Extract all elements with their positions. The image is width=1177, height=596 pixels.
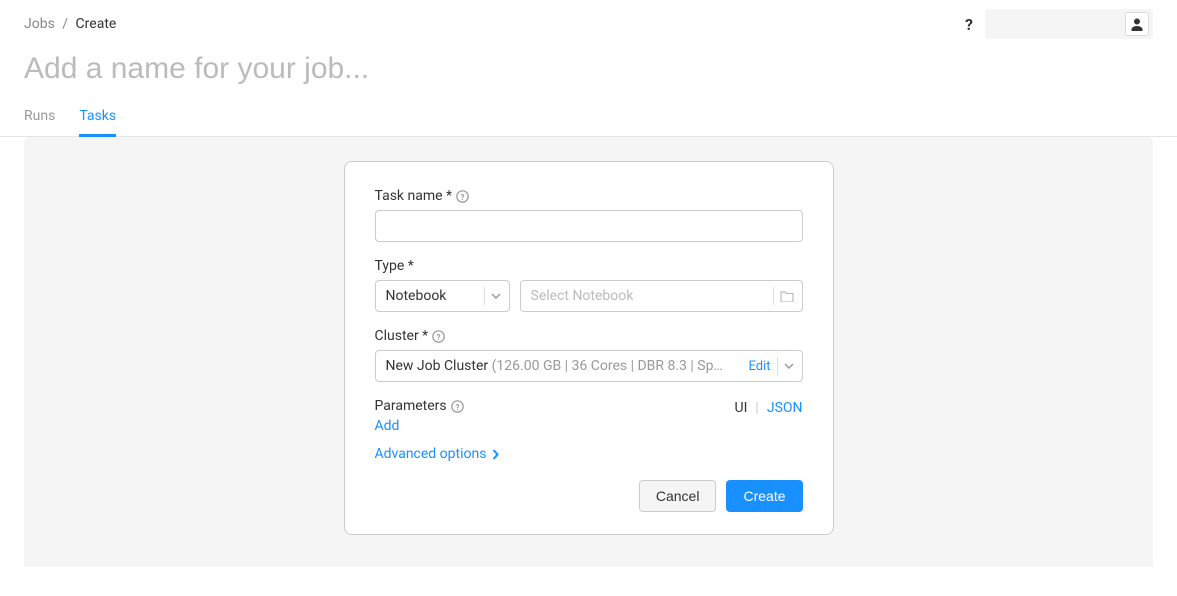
create-button[interactable]: Create (726, 480, 802, 512)
chevron-down-icon (784, 363, 794, 369)
parameters-add-link[interactable]: Add (375, 418, 400, 434)
help-icon[interactable]: ? (451, 400, 464, 413)
breadcrumb-jobs-link[interactable]: Jobs (24, 16, 55, 32)
breadcrumb: Jobs / Create (24, 16, 116, 32)
advanced-options-label: Advanced options (375, 446, 487, 462)
user-icon (1125, 12, 1149, 36)
job-name-input[interactable] (24, 52, 624, 86)
cluster-select[interactable]: New Job Cluster (126.00 GB | 36 Cores | … (375, 350, 803, 382)
cluster-label: Cluster * (375, 328, 429, 344)
cancel-button[interactable]: Cancel (639, 480, 717, 512)
tab-tasks[interactable]: Tasks (79, 108, 116, 137)
cluster-edit-link[interactable]: Edit (748, 359, 770, 374)
cluster-name: New Job Cluster (386, 358, 489, 374)
chevron-right-icon (492, 449, 499, 460)
user-menu[interactable] (985, 9, 1153, 39)
task-name-label: Task name * (375, 188, 453, 204)
help-icon[interactable]: ? (456, 190, 469, 203)
svg-text:?: ? (455, 401, 459, 411)
type-value: Notebook (386, 288, 478, 304)
folder-icon (780, 290, 794, 302)
notebook-select[interactable]: Select Notebook (520, 280, 803, 312)
type-select[interactable]: Notebook (375, 280, 510, 312)
chevron-down-icon (491, 293, 501, 299)
notebook-placeholder: Select Notebook (531, 288, 767, 304)
breadcrumb-current: Create (76, 16, 117, 32)
task-card: Task name * ? Type * Notebook (344, 161, 834, 535)
type-label: Type * (375, 258, 414, 274)
svg-text:?: ? (461, 191, 465, 201)
parameters-label: Parameters (375, 398, 447, 414)
tab-runs[interactable]: Runs (24, 108, 55, 136)
help-icon[interactable]: ? (965, 15, 973, 34)
params-view-json[interactable]: JSON (767, 400, 803, 416)
task-name-input[interactable] (375, 210, 803, 242)
params-view-ui[interactable]: UI (735, 400, 748, 416)
help-icon[interactable]: ? (432, 330, 445, 343)
user-name (997, 17, 1117, 31)
breadcrumb-separator: / (62, 16, 68, 32)
svg-text:?: ? (437, 331, 441, 341)
advanced-options-toggle[interactable]: Advanced options (375, 446, 803, 462)
cluster-detail: (126.00 GB | 36 Cores | DBR 8.3 | Sp… (492, 358, 723, 374)
content-area: Task name * ? Type * Notebook (24, 137, 1153, 567)
